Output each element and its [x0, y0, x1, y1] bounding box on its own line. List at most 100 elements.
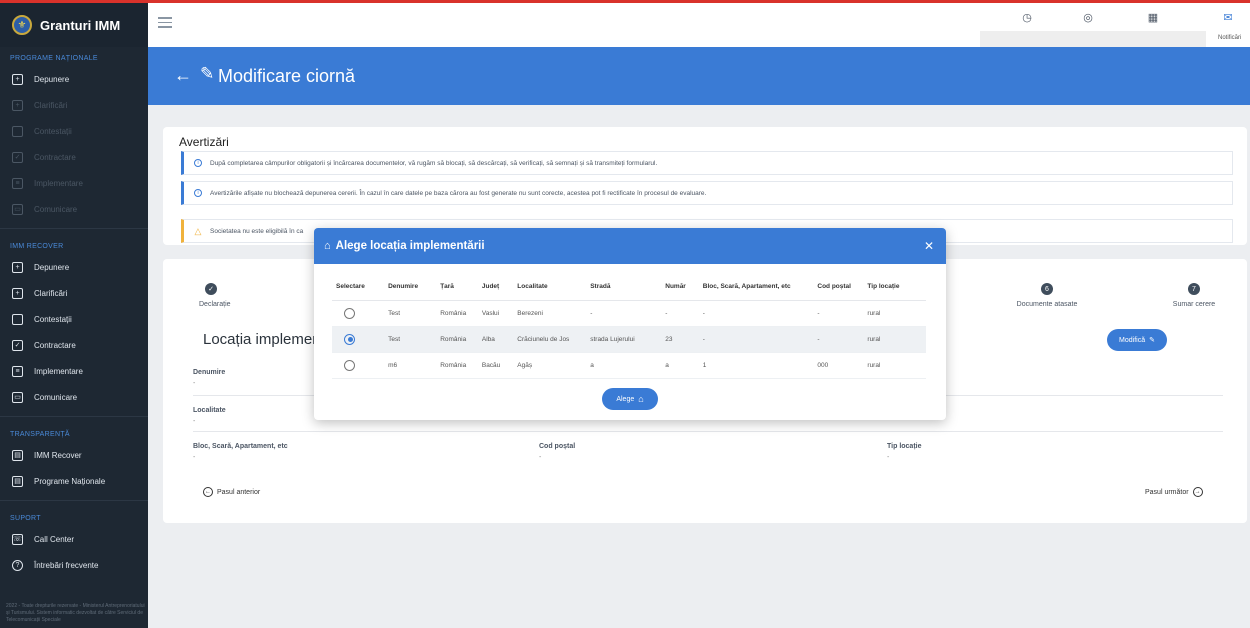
- sidebar-item-imm-recover[interactable]: ▤ IMM Recover: [0, 442, 148, 468]
- table-cell: rural: [863, 300, 926, 327]
- brand-title: Granturi IMM: [40, 17, 121, 33]
- sidebar-item-label: Comunicare: [34, 204, 78, 214]
- table-cell: m6: [384, 352, 437, 379]
- plus-square-icon: +: [12, 261, 23, 273]
- table-cell: strada Lujerului: [586, 326, 662, 353]
- sidebar-item-depunere[interactable]: + Depunere: [0, 254, 148, 280]
- sidebar-item-contestații[interactable]: Contestații: [0, 118, 148, 144]
- section-title: Locația implement: [203, 331, 325, 348]
- select-radio[interactable]: [344, 307, 355, 319]
- table-cell: -: [586, 300, 662, 327]
- table-cell: 23: [661, 326, 699, 353]
- table-cell: -: [813, 300, 864, 327]
- user-circle-icon[interactable]: ◎: [1080, 9, 1096, 25]
- next-step-link[interactable]: Pasul următor →: [1145, 487, 1203, 497]
- sidebar-item-label: Depunere: [34, 262, 70, 272]
- choose-button[interactable]: Alege ⌂: [602, 388, 658, 410]
- table-row[interactable]: m6 România Bacău Agăș a a 1 000 rural: [332, 352, 926, 379]
- sidebar-item-depunere[interactable]: + Depunere: [0, 66, 148, 92]
- field-cod-postal: Cod poștal -: [539, 443, 575, 461]
- prev-step-label: Pasul anterior: [217, 488, 261, 496]
- alert-text: Societatea nu este eligibilă în ca: [210, 227, 304, 235]
- table-cell: a: [661, 352, 699, 379]
- doc-icon: ≡: [12, 365, 23, 377]
- grid-icon: ▤: [12, 475, 23, 487]
- table-row[interactable]: Test România Alba Crăciunelu de Jos strada L…: [332, 326, 926, 353]
- step-label: Sumar cerere: [1172, 301, 1216, 308]
- select-cell: [332, 352, 385, 379]
- sidebar-item-implementare[interactable]: ≡ Implementare: [0, 170, 148, 196]
- building-icon[interactable]: ▦: [1145, 9, 1161, 25]
- alert-text: Avertizările afișate nu blochează depune…: [210, 189, 707, 197]
- table-cell: Test: [384, 326, 437, 353]
- sidebar-item-contractare[interactable]: ✓ Contractare: [0, 332, 148, 358]
- coat-of-arms-icon: ⚜: [12, 15, 32, 35]
- sidebar-item-comunicare[interactable]: ▭ Comunicare: [0, 196, 148, 222]
- sidebar-item-label: Implementare: [34, 366, 83, 376]
- brand[interactable]: ⚜ Granturi IMM: [0, 3, 148, 47]
- sidebar-item-label: Contestații: [34, 314, 72, 324]
- square-icon: [12, 313, 23, 325]
- step-declaratie[interactable]: ✓ Declarație: [199, 283, 231, 308]
- chat-icon: ▭: [12, 203, 23, 215]
- check-icon: ✓: [205, 283, 217, 295]
- table-cell: -: [813, 326, 864, 353]
- table-cell: Berezeni: [513, 300, 587, 327]
- modify-button[interactable]: Modifică ✎: [1107, 329, 1167, 351]
- step-number: 7: [1188, 283, 1200, 295]
- sidebar-item-contractare[interactable]: ✓ Contractare: [0, 144, 148, 170]
- sidebar-item-întrebări-frecvente[interactable]: ? Întrebări frecvente: [0, 552, 148, 578]
- step-sumar[interactable]: 7 Sumar cerere: [1159, 283, 1229, 308]
- sidebar-section-title: IMM RECOVER: [10, 243, 64, 250]
- table-cell: 000: [813, 352, 864, 379]
- modal-title: Alege locația implementării: [335, 240, 485, 252]
- close-icon[interactable]: ✕: [924, 239, 934, 253]
- check-square-icon: ✓: [12, 339, 23, 351]
- step-documente[interactable]: 6 Documente atasate: [1007, 283, 1087, 308]
- field-value: -: [539, 454, 542, 461]
- prev-step-link[interactable]: ← Pasul anterior: [203, 487, 260, 497]
- table-cell: România: [436, 352, 478, 379]
- notifications-label[interactable]: Notificări: [1218, 35, 1241, 41]
- table-cell: 1: [698, 352, 814, 379]
- alert-text: După completarea câmpurilor obligatorii …: [210, 159, 658, 167]
- hamburger-menu-icon[interactable]: [158, 17, 172, 29]
- column-header: Tip locație: [863, 274, 926, 301]
- sidebar-item-implementare[interactable]: ≡ Implementare: [0, 358, 148, 384]
- select-radio[interactable]: [344, 333, 355, 345]
- chat-icon: ▭: [12, 391, 23, 403]
- table-cell: Vaslui: [477, 300, 514, 327]
- clock-icon[interactable]: ◷: [1019, 9, 1035, 25]
- sidebar-item-clarificări[interactable]: + Clarificări: [0, 92, 148, 118]
- table-cell: Agăș: [513, 352, 587, 379]
- grid-icon: ▤: [12, 449, 23, 461]
- bell-notification-icon[interactable]: ✉: [1220, 9, 1236, 25]
- column-header: Localitate: [513, 274, 587, 301]
- topbar: ◷ ◎ ▦ ✉ Notificări: [148, 3, 1250, 49]
- sidebar-item-comunicare[interactable]: ▭ Comunicare: [0, 384, 148, 410]
- divider: [193, 431, 1223, 432]
- field-bloc: Bloc, Scară, Apartament, etc -: [193, 443, 288, 461]
- back-arrow-icon[interactable]: ←: [174, 65, 192, 86]
- table-cell: România: [436, 300, 478, 327]
- table-cell: Alba: [477, 326, 514, 353]
- check-square-icon: ✓: [12, 151, 23, 163]
- sidebar-item-call-center[interactable]: ☏ Call Center: [0, 526, 148, 552]
- table-cell: rural: [863, 352, 926, 379]
- sidebar-item-contestații[interactable]: Contestații: [0, 306, 148, 332]
- table-row[interactable]: Test România Vaslui Berezeni - - - - rural: [332, 300, 926, 327]
- sidebar-divider: [0, 228, 148, 229]
- square-icon: [12, 125, 23, 137]
- select-radio[interactable]: [344, 359, 355, 371]
- table-cell: Crăciunelu de Jos: [513, 326, 587, 353]
- warning-alert: i Avertizările afișate nu blochează depun…: [181, 181, 1233, 205]
- sidebar-item-label: IMM Recover: [34, 450, 82, 460]
- sidebar-item-label: Depunere: [34, 74, 70, 84]
- field-denumire: Denumire -: [193, 369, 225, 387]
- sidebar-item-clarificări[interactable]: + Clarificări: [0, 280, 148, 306]
- table-cell: România: [436, 326, 478, 353]
- sidebar-divider: [0, 500, 148, 501]
- sidebar-item-programe-naționale[interactable]: ▤ Programe Naționale: [0, 468, 148, 494]
- step-label: Documente atasate: [1016, 301, 1078, 308]
- field-tip-locatie: Tip locație -: [887, 443, 922, 461]
